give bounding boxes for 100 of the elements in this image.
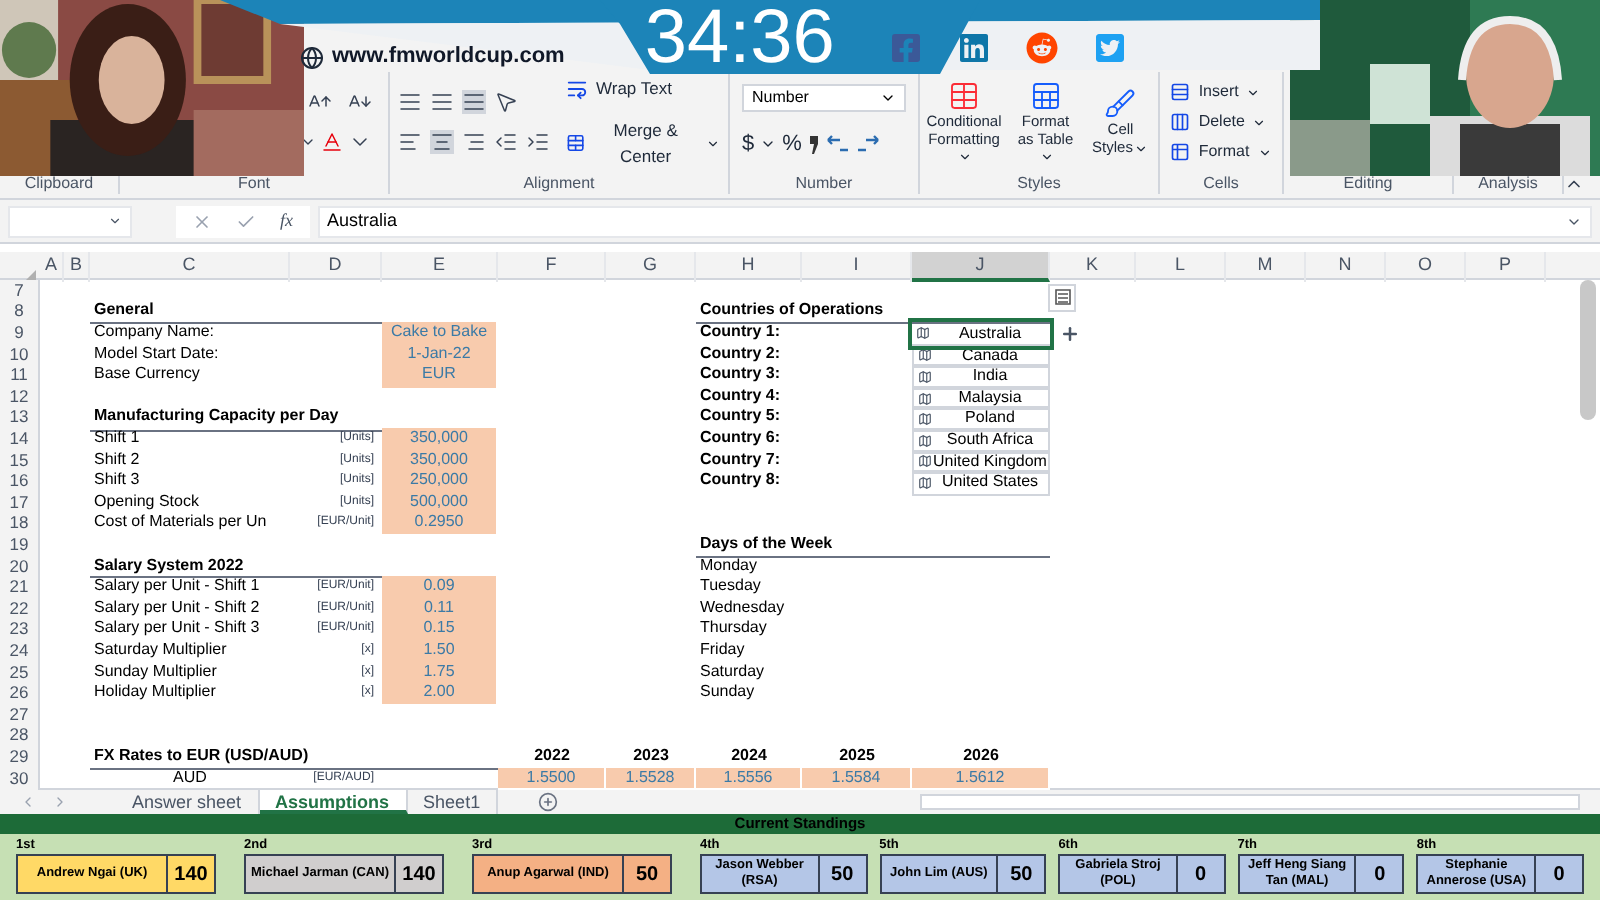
row-number[interactable]: 23 xyxy=(0,618,40,642)
table-cell-text: Saturday Multiplier xyxy=(92,639,229,662)
row-number[interactable]: 30 xyxy=(0,767,40,791)
table-cell-text: Salary per Unit - Shift 1 xyxy=(92,576,262,599)
countdown-timer: 34:36 xyxy=(644,0,835,75)
group-label: Font xyxy=(235,172,272,195)
table-cell-text: 2024 xyxy=(729,745,769,768)
table-cell-text: 2025 xyxy=(837,745,877,768)
column-header[interactable]: F xyxy=(498,251,606,283)
website-url: www.fmworldcup.com xyxy=(332,42,565,73)
group-label: Number xyxy=(793,172,855,195)
table-cell-text: Country 2: xyxy=(698,343,782,366)
insert-function-button[interactable]: fx xyxy=(280,207,293,235)
player-score: 0 xyxy=(1175,856,1224,893)
sheet-tab[interactable]: Assumptions xyxy=(259,790,408,815)
column-header[interactable]: G xyxy=(606,251,696,283)
table-cell-text: Country 8: xyxy=(698,470,782,493)
column-header[interactable]: P xyxy=(1466,251,1546,283)
column-header[interactable]: M xyxy=(1226,251,1306,283)
percent-button[interactable]: % xyxy=(782,127,802,161)
group-label: Alignment xyxy=(521,172,597,195)
table-cell-text: Shift 3 xyxy=(92,470,142,493)
row-number[interactable]: 7 xyxy=(0,279,40,301)
table-cell-text: Sunday Multiplier xyxy=(92,661,219,684)
formula-input[interactable]: Australia xyxy=(317,205,1592,238)
wrap-text-button[interactable]: Wrap Text xyxy=(566,76,720,102)
cells-button[interactable]: Insert xyxy=(1170,80,1272,105)
currency-button[interactable]: $ xyxy=(742,127,755,161)
table-cell-text: Salary per Unit - Shift 3 xyxy=(92,618,262,641)
table-cell-text: Salary per Unit - Shift 2 xyxy=(92,597,262,620)
table-cell: FX Rates to EUR (USD/AUD) xyxy=(90,745,498,770)
column-header[interactable]: L xyxy=(1136,251,1226,283)
table-cell: Countries of Operations xyxy=(696,300,1050,325)
table-cell-text: Country 5: xyxy=(698,406,782,429)
row-number[interactable]: 24 xyxy=(0,639,40,664)
table-cell[interactable]: Canada xyxy=(912,343,1050,369)
row-number[interactable]: 21 xyxy=(0,576,40,600)
row-number[interactable]: 9 xyxy=(0,322,40,346)
row-number[interactable]: 26 xyxy=(0,682,40,706)
table-cell-text: Tuesday xyxy=(698,576,763,599)
row-number[interactable]: 8 xyxy=(0,300,40,325)
table-cell-text: Base Currency xyxy=(92,364,202,387)
table-cell-text: Holiday Multiplier xyxy=(92,682,218,705)
table-cell-text: Company Name: xyxy=(92,322,217,345)
table-cell: Days of the Week xyxy=(696,534,1050,558)
cells-button[interactable]: Format xyxy=(1170,140,1272,165)
player-score: 50 xyxy=(996,856,1045,893)
table-cell-text: Sunday xyxy=(698,682,757,705)
table-cell-text: Model Start Date: xyxy=(92,343,221,366)
player-score: 0 xyxy=(1354,856,1403,893)
column-header[interactable]: N xyxy=(1306,251,1386,283)
column-header[interactable]: H xyxy=(696,251,802,283)
merge-center-button[interactable]: Merge & Center xyxy=(566,117,720,169)
row-number[interactable]: 19 xyxy=(0,534,40,558)
table-cell-text: AUD xyxy=(171,767,209,790)
table-cell-text: Opening Stock xyxy=(92,491,201,514)
row-number[interactable]: 29 xyxy=(0,745,40,770)
player-score: 140 xyxy=(394,856,442,893)
group-label: Clipboard xyxy=(22,172,96,195)
table-cell[interactable]: Australia xyxy=(912,322,1050,346)
table-cell-text: 2022 xyxy=(532,745,572,768)
row-number[interactable]: 18 xyxy=(0,512,40,536)
group-label: Analysis xyxy=(1476,172,1540,195)
table-cell[interactable]: United Kingdom xyxy=(912,449,1050,475)
column-header[interactable]: J xyxy=(912,251,1050,283)
table-cell-text: 2023 xyxy=(631,745,671,768)
table-cell[interactable]: Malaysia xyxy=(912,385,1050,411)
table-cell-text: Shift 1 xyxy=(92,428,142,451)
table-cell-text: Country 4: xyxy=(698,385,782,408)
column-header[interactable]: O xyxy=(1386,251,1466,283)
table-cell[interactable]: India xyxy=(912,364,1050,390)
column-header[interactable]: K xyxy=(1050,251,1136,283)
cells-button[interactable]: Delete xyxy=(1170,110,1272,135)
table-cell[interactable]: United States xyxy=(912,470,1050,496)
table-cell[interactable]: Poland xyxy=(912,406,1050,433)
number-format-dropdown[interactable]: Number xyxy=(742,83,906,112)
player-score: 50 xyxy=(622,856,670,893)
table-cell-text: Saturday xyxy=(698,661,767,684)
table-cell-text: 2026 xyxy=(961,745,1001,768)
group-label: Styles xyxy=(1015,172,1063,195)
table-cell-text: Wednesday xyxy=(698,597,787,620)
column-header[interactable]: E xyxy=(382,251,498,283)
row-number[interactable]: 28 xyxy=(0,724,40,746)
table-cell-text: Friday xyxy=(698,639,747,662)
column-header[interactable]: B xyxy=(64,251,90,283)
table-cell-text: Shift 2 xyxy=(92,449,142,472)
table-cell-text: Country 3: xyxy=(698,364,782,387)
group-label: Cells xyxy=(1201,172,1241,195)
player-score: 50 xyxy=(817,856,866,893)
table-cell-text: Country 7: xyxy=(698,449,782,472)
table-cell-text: Country 6: xyxy=(698,428,782,451)
table-cell[interactable]: South Africa xyxy=(912,428,1050,454)
table-cell-text: Monday xyxy=(698,555,759,578)
table-cell-text: Thursday xyxy=(698,618,769,641)
group-label: Editing xyxy=(1341,172,1395,195)
column-header[interactable]: D xyxy=(290,251,382,283)
table-cell-text: Country 1: xyxy=(698,322,782,345)
table-cell-text: Cost of Materials per Un xyxy=(92,512,269,535)
row-number[interactable]: 27 xyxy=(0,703,40,725)
column-header[interactable]: C xyxy=(90,251,290,283)
